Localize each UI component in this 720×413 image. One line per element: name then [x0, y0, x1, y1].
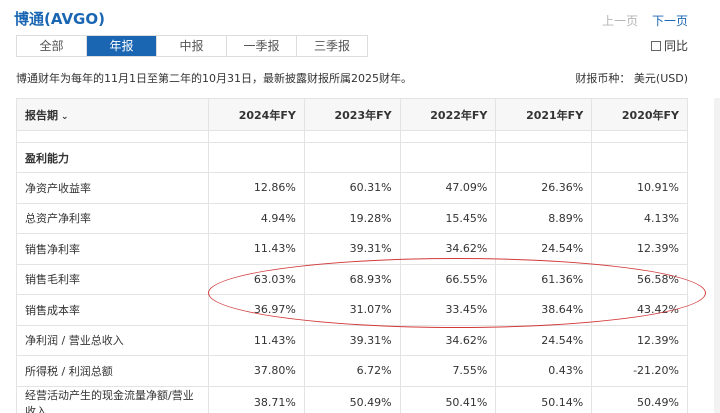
section-title: 盈利能力: [15, 142, 210, 173]
cell-value: 11.43%: [208, 233, 305, 265]
row-label: 经营活动产生的现金流量净额/营业收入: [15, 385, 210, 413]
cell-value: 50.14%: [495, 385, 593, 413]
checkbox-icon[interactable]: [650, 40, 661, 51]
cell-value: 6.72%: [303, 355, 401, 387]
cell-value: 24.54%: [495, 233, 593, 265]
cell-value: 26.36%: [495, 172, 593, 204]
yoy-compare-label: 同比: [663, 39, 688, 53]
table-header-row: 报告期 ⌄ 2024年FY 2023年FY 2022年FY 2021年FY 202…: [15, 98, 688, 131]
table-row: 净利润 / 营业总收入 11.43% 39.31% 34.62% 24.54% 12.39…: [15, 324, 688, 356]
tab-interim[interactable]: 中报: [157, 36, 227, 56]
table-row: 所得税 / 利润总额 37.80% 6.72% 7.55% 0.43% -21.20%: [15, 355, 688, 387]
cell-value: 24.54%: [495, 324, 593, 356]
tab-q1[interactable]: 一季报: [227, 36, 297, 56]
cell-value: 0.43%: [495, 355, 593, 387]
prev-page-link[interactable]: 上一页: [602, 14, 638, 28]
cell-value: 50.49%: [591, 385, 688, 413]
next-page-link[interactable]: 下一页: [652, 14, 688, 28]
cell-value: 68.93%: [303, 263, 401, 295]
cell-value: 39.31%: [303, 233, 401, 265]
chevron-down-icon[interactable]: ⌄: [61, 112, 69, 122]
period-column-header[interactable]: 报告期 ⌄: [15, 98, 210, 131]
page-title: 博通(AVGO): [14, 10, 105, 28]
cell-value: 12.86%: [208, 172, 305, 204]
cell-value: 39.31%: [303, 324, 401, 356]
table-row: 销售成本率 36.97% 31.07% 33.45% 38.64% 43.42%: [15, 294, 688, 326]
cell-value: 43.42%: [591, 294, 688, 326]
cell-value: 19.28%: [303, 202, 401, 234]
cell-value: 38.64%: [495, 294, 593, 326]
table-row: 销售毛利率 63.03% 68.93% 66.55% 61.36% 56.58%: [15, 263, 688, 295]
cell-value: 38.71%: [208, 385, 305, 413]
cell-value: 12.39%: [591, 233, 688, 265]
table-row: 净资产收益率 12.86% 60.31% 47.09% 26.36% 10.91%: [15, 172, 688, 204]
cell-value: 56.58%: [591, 263, 688, 295]
yoy-compare-toggle[interactable]: 同比: [650, 37, 688, 54]
cell-value: 34.62%: [399, 233, 497, 265]
cell-value: 34.62%: [399, 324, 497, 356]
column-header: 2024年FY: [208, 98, 305, 131]
table-row: 经营活动产生的现金流量净额/营业收入 38.71% 50.49% 50.41% 50.1…: [15, 385, 688, 413]
cell-value: 7.55%: [399, 355, 497, 387]
financial-indicators-table: 报告期 ⌄ 2024年FY 2023年FY 2022年FY 2021年FY 202…: [15, 98, 688, 413]
cell-value: 47.09%: [399, 172, 497, 204]
table-row: 总资产净利率 4.94% 19.28% 15.45% 8.89% 4.13%: [15, 202, 688, 234]
pagination: 上一页 下一页: [602, 12, 688, 29]
tab-annual[interactable]: 年报: [87, 36, 157, 56]
cell-value: 4.94%: [208, 202, 305, 234]
cell-value: 61.36%: [495, 263, 593, 295]
row-label: 净利润 / 营业总收入: [15, 324, 210, 356]
section-row: 盈利能力: [15, 142, 688, 173]
report-type-tabs: 全部 年报 中报 一季报 三季报: [16, 35, 368, 57]
cell-value: 50.49%: [303, 385, 401, 413]
cell-value: 31.07%: [303, 294, 401, 326]
cell-value: -21.20%: [591, 355, 688, 387]
cell-value: 60.31%: [303, 172, 401, 204]
cell-value: 50.41%: [399, 385, 497, 413]
row-label: 总资产净利率: [15, 202, 210, 234]
row-label: 销售成本率: [15, 294, 210, 326]
cell-value: 37.80%: [208, 355, 305, 387]
cell-value: 12.39%: [591, 324, 688, 356]
column-header: 2020年FY: [591, 98, 688, 131]
cell-value: 4.13%: [591, 202, 688, 234]
row-label: 净资产收益率: [15, 172, 210, 204]
scrollbar[interactable]: [714, 98, 720, 413]
cell-value: 66.55%: [399, 263, 497, 295]
cell-value: 15.45%: [399, 202, 497, 234]
cell-value: 33.45%: [399, 294, 497, 326]
cell-value: 63.03%: [208, 263, 305, 295]
table-row: 销售净利率 11.43% 39.31% 34.62% 24.54% 12.39%: [15, 233, 688, 265]
column-header: 2021年FY: [495, 98, 593, 131]
table-spacer: [15, 130, 688, 143]
cell-value: 10.91%: [591, 172, 688, 204]
row-label: 所得税 / 利润总额: [15, 355, 210, 387]
column-header: 2023年FY: [303, 98, 401, 131]
row-label: 销售毛利率: [15, 263, 210, 295]
tab-all[interactable]: 全部: [17, 36, 87, 56]
tab-q3[interactable]: 三季报: [297, 36, 367, 56]
cell-value: 11.43%: [208, 324, 305, 356]
currency-label: 财报币种： 美元(USD): [575, 72, 688, 85]
fiscal-year-note: 博通财年为每年的11月1日至第二年的10月31日，最新披露财报所属2025财年。: [16, 72, 412, 85]
row-label: 销售净利率: [15, 233, 210, 265]
column-header: 2022年FY: [399, 98, 497, 131]
cell-value: 8.89%: [495, 202, 593, 234]
cell-value: 36.97%: [208, 294, 305, 326]
